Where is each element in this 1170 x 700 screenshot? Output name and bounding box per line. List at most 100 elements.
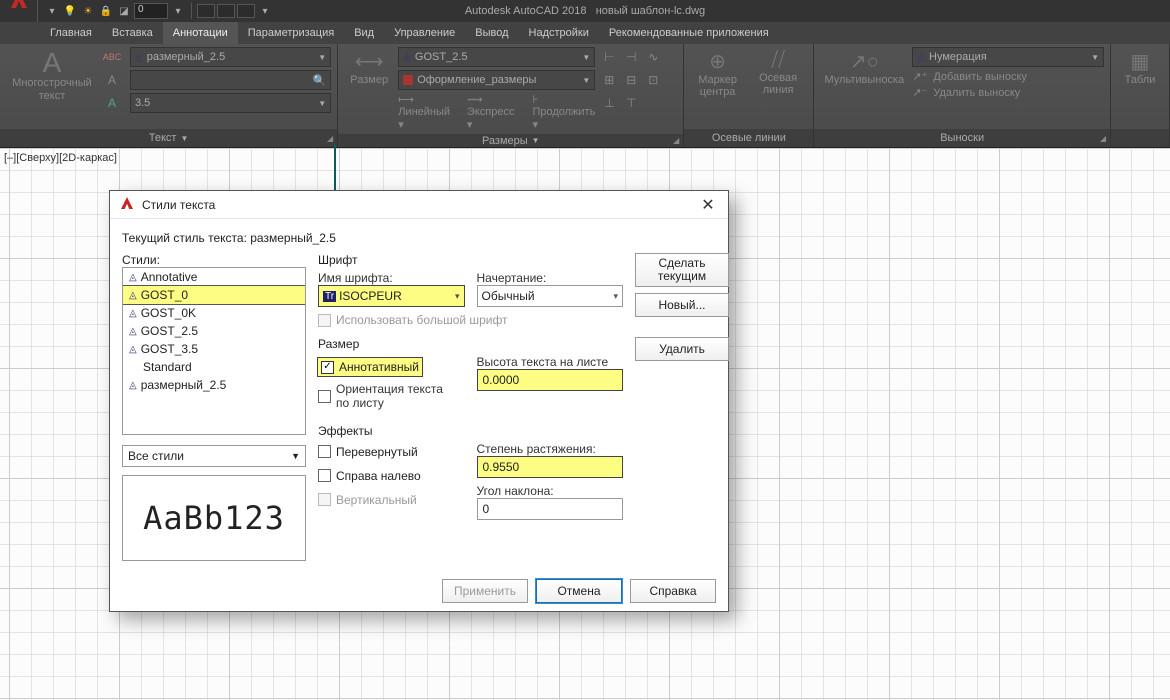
- qat-menu-icon[interactable]: ▾: [44, 3, 60, 19]
- style-filter-select[interactable]: Все стили▼: [122, 445, 306, 467]
- tab-home[interactable]: Главная: [40, 22, 102, 44]
- height-input[interactable]: 0.0000: [477, 369, 624, 391]
- dim-opt-5[interactable]: ⊟: [621, 70, 641, 90]
- tab-recommended[interactable]: Рекомендованные приложения: [599, 22, 779, 44]
- tab-insert[interactable]: Вставка: [102, 22, 163, 44]
- tab-manage[interactable]: Управление: [384, 22, 465, 44]
- oblique-input[interactable]: 0: [477, 498, 624, 520]
- width-factor-label: Степень растяжения:: [477, 442, 624, 456]
- panel-axes: ⊕ Маркер центра ⧸⧸ Осевая линия Осевые л…: [684, 44, 814, 147]
- window-title: Autodesk AutoCAD 2018 новый шаблон-lc.dw…: [465, 5, 705, 17]
- bulb-icon[interactable]: 💡: [62, 3, 78, 19]
- scale-a-icon[interactable]: A: [102, 70, 122, 90]
- app-logo[interactable]: [0, 0, 38, 22]
- dim-opt-4[interactable]: ⊞: [599, 70, 619, 90]
- size-group-label: Размер: [318, 337, 623, 351]
- ribbon-tabs: Главная Вставка Аннотации Параметризация…: [0, 22, 1170, 44]
- table-button[interactable]: ▦ Табли: [1117, 47, 1163, 88]
- title-bar: ▾ 💡 ☀ 🔒 ◪ 0 ▾ ▾ Autodesk AutoCAD 2018 но…: [0, 0, 1170, 22]
- add-leader[interactable]: Добавить выноску: [933, 71, 1027, 83]
- table-icon: ▦: [1131, 49, 1150, 74]
- remove-leader[interactable]: Удалить выноску: [933, 87, 1020, 99]
- dimension-button[interactable]: ⟷ Размер: [344, 47, 394, 88]
- text-size-select[interactable]: 3.5▼: [130, 93, 331, 113]
- viewport-label[interactable]: [–][Сверху][2D-каркас]: [4, 152, 117, 164]
- find-text[interactable]: 🔍: [130, 70, 331, 90]
- qat-tool-1[interactable]: [197, 4, 215, 18]
- tab-param[interactable]: Параметризация: [238, 22, 344, 44]
- dim-continue[interactable]: ⊦ Продолжить ▾: [532, 93, 595, 131]
- dim-opt-8[interactable]: ⊤: [621, 93, 641, 113]
- dim-opt-1[interactable]: ⊢: [599, 47, 619, 67]
- qat-tool-2[interactable]: [217, 4, 235, 18]
- font-name-select[interactable]: Tr ISOCPEUR▾: [318, 285, 465, 307]
- bigfont-label: Использовать большой шрифт: [336, 313, 508, 327]
- annotative-checkbox-row[interactable]: ✓Аннотативный: [318, 358, 422, 376]
- backwards-checkbox[interactable]: [318, 469, 331, 482]
- lock-icon[interactable]: 🔒: [98, 3, 114, 19]
- style-preview: AaBb123: [122, 475, 306, 561]
- leader-style-select[interactable]: ◬Нумерация▼: [912, 47, 1104, 67]
- panel-launcher-icon[interactable]: ◢: [327, 134, 333, 143]
- upsidedown-checkbox[interactable]: [318, 445, 331, 458]
- orientation-label: Ориентация текста по листу: [336, 382, 456, 411]
- style-item: ◬Annotative: [123, 268, 305, 286]
- panel-launcher-icon[interactable]: ◢: [1100, 134, 1106, 143]
- backwards-label: Справа налево: [336, 469, 421, 483]
- font-style-select[interactable]: Обычный▾: [477, 285, 624, 307]
- dialog-titlebar[interactable]: Стили текста ✕: [110, 191, 728, 219]
- search-icon: 🔍: [313, 74, 327, 87]
- style-item: Standard: [123, 358, 305, 376]
- panel-launcher-icon[interactable]: ◢: [673, 136, 679, 145]
- autocad-icon: [118, 194, 136, 215]
- mleader-button[interactable]: ↗○ Мультивыноска: [820, 47, 908, 88]
- panel-text-title: Текст: [149, 132, 177, 144]
- dim-express[interactable]: ⟿ Экспресс ▾: [467, 93, 523, 131]
- abc-icon[interactable]: ABC: [102, 47, 122, 67]
- close-icon[interactable]: ✕: [696, 195, 720, 215]
- text-style-select[interactable]: ◬ размерный_2.5▼: [130, 47, 331, 67]
- annot-a-icon[interactable]: A: [102, 93, 122, 113]
- apply-button[interactable]: Применить: [442, 579, 528, 603]
- orientation-checkbox[interactable]: [318, 390, 331, 403]
- set-current-button[interactable]: Сделать текущим: [635, 253, 729, 287]
- mtext-label: Многострочный текст: [10, 77, 94, 103]
- tab-addons[interactable]: Надстройки: [519, 22, 599, 44]
- oblique-label: Угол наклона:: [477, 484, 624, 498]
- style-item: ◬GOST_0K: [123, 304, 305, 322]
- tab-output[interactable]: Вывод: [465, 22, 518, 44]
- qat-more-icon[interactable]: ▾: [257, 3, 273, 19]
- styles-listbox[interactable]: ◬Annotative ◬GOST_0 ◬GOST_0K ◬GOST_2.5 ◬…: [122, 267, 306, 435]
- dim-linear[interactable]: ⟼ Линейный ▾: [398, 93, 457, 131]
- layer-color-icon[interactable]: ◪: [116, 3, 132, 19]
- width-factor-input[interactable]: 0.9550: [477, 456, 624, 478]
- add-leader-icon: ↗⁺: [912, 70, 927, 83]
- style-item-selected: ◬GOST_0: [123, 286, 305, 304]
- dim-layer-select[interactable]: Оформление_размеры▼: [398, 70, 595, 90]
- dim-opt-2[interactable]: ⊣: [621, 47, 641, 67]
- mtext-button[interactable]: A Многострочный текст: [6, 47, 98, 105]
- mleader-icon: ↗○: [850, 49, 879, 74]
- center-mark-button[interactable]: ⊕ Маркер центра: [690, 47, 745, 100]
- tab-view[interactable]: Вид: [344, 22, 384, 44]
- dim-style-select[interactable]: ◬GOST_2.5▼: [398, 47, 595, 67]
- dim-opt-6[interactable]: ⊡: [643, 70, 663, 90]
- help-button[interactable]: Справка: [630, 579, 716, 603]
- tab-annotations[interactable]: Аннотации: [163, 22, 238, 44]
- qat-dropdown-icon[interactable]: ▾: [170, 3, 186, 19]
- sun-icon[interactable]: ☀: [80, 3, 96, 19]
- style-item: ◬GOST_2.5: [123, 322, 305, 340]
- dimension-icon: ⟷: [355, 49, 384, 74]
- delete-style-button[interactable]: Удалить: [635, 337, 729, 361]
- qat-tool-3[interactable]: [237, 4, 255, 18]
- centerline-button[interactable]: ⧸⧸ Осевая линия: [749, 47, 807, 98]
- panel-table: ▦ Табли: [1111, 44, 1170, 147]
- layer-input[interactable]: 0: [134, 3, 168, 19]
- text-a-icon: A: [43, 49, 62, 77]
- upsidedown-label: Перевернутый: [336, 445, 418, 459]
- dim-opt-7[interactable]: ⊥: [599, 93, 619, 113]
- dim-opt-3[interactable]: ∿: [643, 47, 663, 67]
- font-group-label: Шрифт: [318, 253, 623, 267]
- cancel-button[interactable]: Отмена: [536, 579, 622, 603]
- new-style-button[interactable]: Новый...: [635, 293, 729, 317]
